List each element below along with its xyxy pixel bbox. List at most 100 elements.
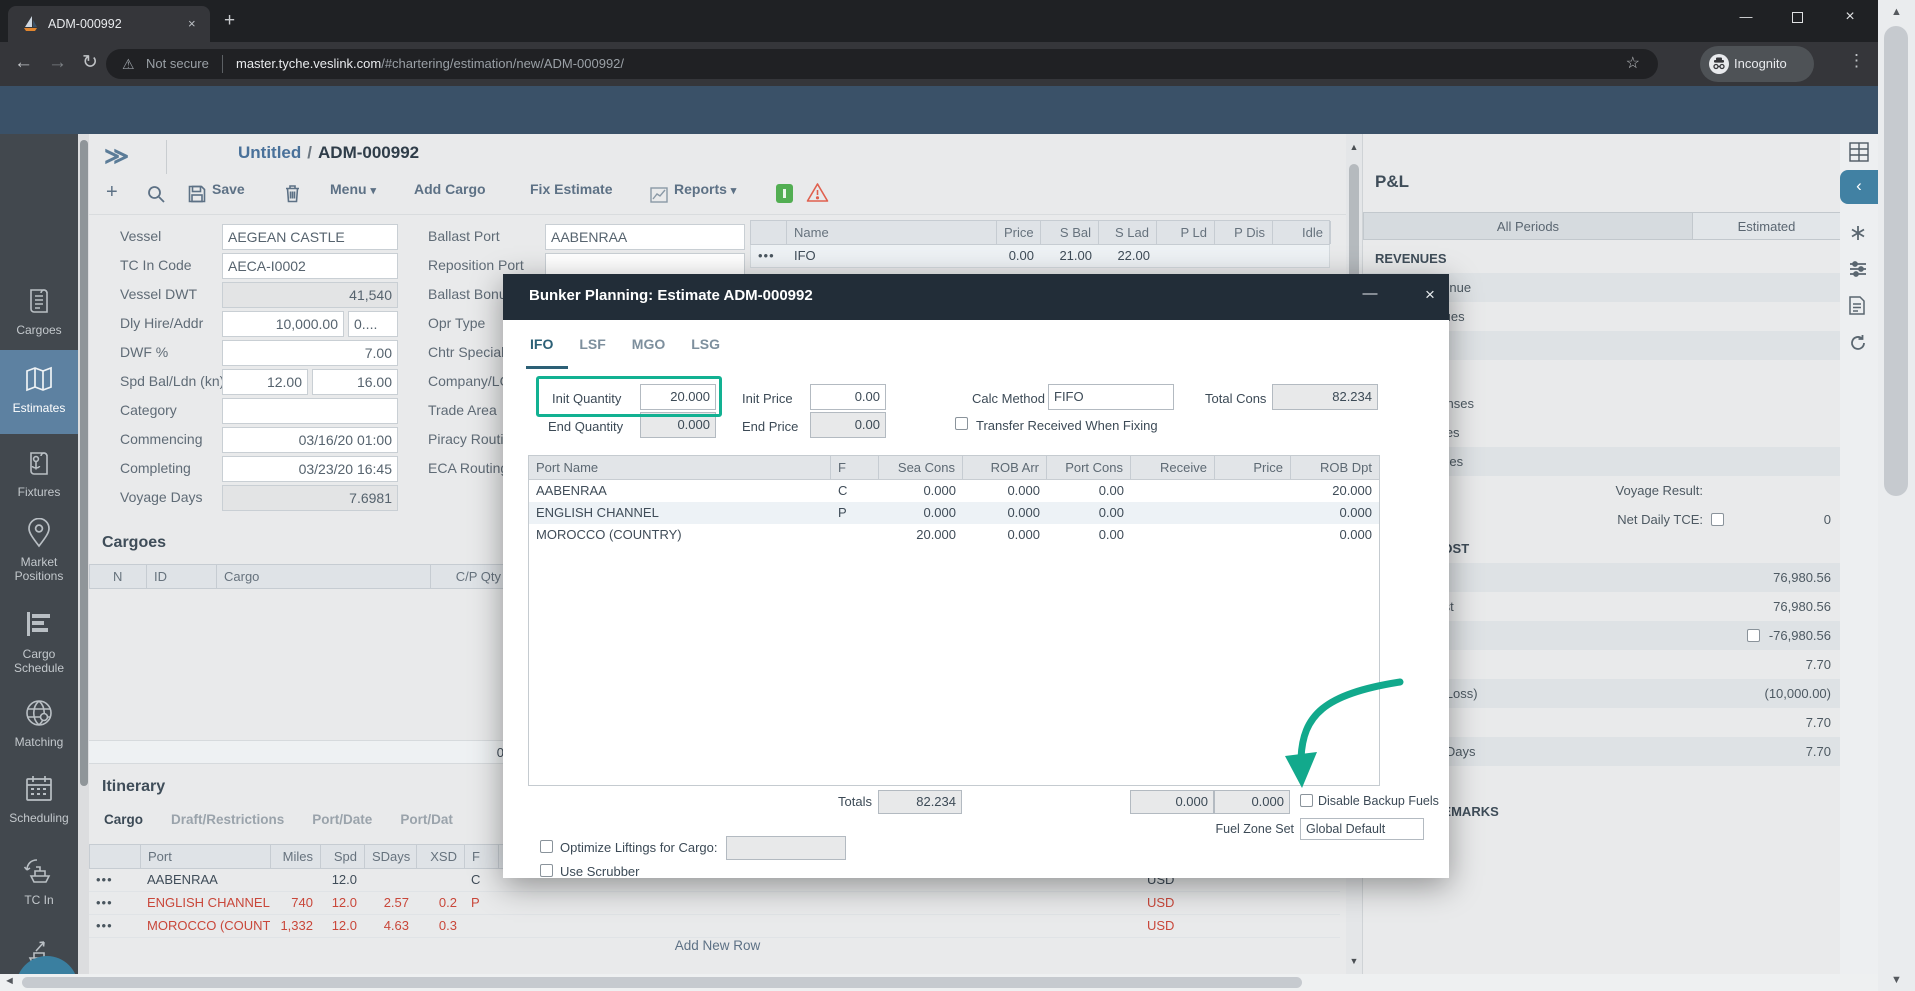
column-header[interactable]: Port Cons (1047, 456, 1131, 479)
column-header[interactable] (90, 845, 141, 868)
refresh-icon[interactable] (1849, 334, 1867, 357)
sidebar-item-estimates[interactable]: Estimates (0, 350, 78, 434)
sidebar-item-cargo-schedule[interactable]: Cargo Schedule (0, 610, 78, 675)
sidebar-item-fixtures[interactable]: Fixtures (0, 448, 78, 499)
delete-icon[interactable] (284, 184, 301, 208)
sidebar-item-cargoes[interactable]: Cargoes (0, 286, 78, 337)
sidebar-scroll-thumb[interactable] (80, 140, 88, 786)
column-header[interactable]: P Ld (1157, 221, 1215, 244)
table-row[interactable]: AABENRAAC0.0000.0000.0020.000 (529, 480, 1379, 502)
scroll-up-icon[interactable]: ▲ (1346, 142, 1362, 152)
column-header[interactable]: Miles (271, 845, 321, 868)
modal-header[interactable]: Bunker Planning: Estimate ADM-000992 — × (503, 274, 1449, 320)
window-close-button[interactable]: × (1830, 0, 1870, 36)
validation-ok-icon[interactable] (776, 184, 793, 203)
field-input[interactable]: AEGEAN CASTLE (222, 224, 398, 250)
browser-menu-icon[interactable]: ⋮ (1848, 51, 1865, 71)
pnl-row-checkbox[interactable] (1711, 513, 1724, 526)
column-header[interactable]: F (465, 845, 499, 868)
column-header[interactable]: Port (141, 845, 271, 868)
field-input[interactable]: 12.00 (222, 369, 308, 395)
column-header[interactable]: P Dis (1215, 221, 1273, 244)
field-input[interactable]: 03/23/20 16:45 (222, 456, 398, 482)
column-header[interactable]: ID (147, 565, 217, 588)
column-header[interactable]: SDays (365, 845, 417, 868)
optimize-cargo-input[interactable] (726, 836, 846, 860)
forward-icon[interactable]: → (48, 52, 67, 74)
field-input[interactable] (222, 398, 398, 424)
column-header[interactable]: Cargo (217, 565, 431, 588)
column-header[interactable]: Price (1215, 456, 1291, 479)
table-row[interactable]: •••IFO0.0021.0022.00 (750, 245, 1330, 268)
pnl-row-checkbox[interactable] (1747, 629, 1760, 642)
modal-minimize-button[interactable]: — (1355, 285, 1385, 302)
window-maximize-button[interactable] (1778, 0, 1818, 36)
tab-lsg[interactable]: LSG (691, 336, 720, 352)
warning-icon[interactable] (806, 182, 829, 208)
column-header[interactable] (751, 221, 787, 244)
vertical-scroll-thumb[interactable] (1884, 26, 1908, 496)
table-row[interactable]: MOROCCO (COUNTRY)20.0000.0000.000.000 (529, 524, 1379, 546)
menu-dropdown-button[interactable]: Menu ▾ (330, 181, 376, 197)
asterisk-icon[interactable] (1849, 224, 1867, 247)
use-scrubber-checkbox[interactable] (540, 864, 553, 877)
add-icon[interactable]: + (106, 181, 118, 204)
init-price-input[interactable]: 0.00 (810, 384, 886, 410)
sliders-icon[interactable] (1849, 260, 1867, 283)
table-row[interactable]: •••ENGLISH CHANNEL74012.02.570.2PUSD (89, 892, 1340, 915)
column-header[interactable]: Price (997, 221, 1041, 244)
column-header[interactable]: N (90, 565, 147, 588)
scroll-down-icon[interactable]: ▼ (1346, 956, 1362, 966)
add-cargo-button[interactable]: Add Cargo (414, 181, 486, 197)
outer-horizontal-scrollbar[interactable]: ◄ (0, 974, 1878, 991)
document-icon[interactable] (1849, 296, 1865, 320)
browser-tab[interactable]: ADM-000992 × (8, 6, 210, 42)
sidebar-item-market-positions[interactable]: Market Positions (0, 518, 78, 583)
breadcrumb-untitled[interactable]: Untitled (238, 143, 301, 162)
column-header[interactable]: S Lad (1099, 221, 1157, 244)
tab-ifo[interactable]: IFO (530, 336, 553, 352)
tab-cargo[interactable]: Cargo (104, 812, 143, 827)
column-header[interactable]: Name (787, 221, 997, 244)
add-new-row-button[interactable]: Add New Row (89, 938, 1346, 953)
fuel-zone-set-select[interactable]: Global Default (1300, 818, 1424, 840)
bookmark-star-icon[interactable]: ☆ (1626, 49, 1640, 79)
column-header[interactable]: XSD (417, 845, 465, 868)
column-header[interactable]: Sea Cons (879, 456, 963, 479)
tab-lsf[interactable]: LSF (579, 336, 605, 352)
back-icon[interactable]: ← (14, 52, 33, 74)
row-menu-icon[interactable]: ••• (89, 892, 140, 914)
sidebar-item-scheduling[interactable]: Scheduling (0, 774, 78, 825)
tab-port-dat[interactable]: Port/Dat (400, 812, 453, 827)
transfer-received-checkbox[interactable] (955, 417, 968, 430)
sidebar-scrollbar[interactable] (78, 134, 89, 991)
reload-icon[interactable]: ↻ (82, 52, 98, 74)
collapse-drawer-tab[interactable]: ‹ (1840, 170, 1878, 204)
disable-backup-fuels-checkbox[interactable] (1300, 794, 1313, 807)
field-input[interactable]: 16.00 (312, 369, 398, 395)
column-header[interactable]: ROB Arr (963, 456, 1047, 479)
column-header[interactable]: Receive (1131, 456, 1215, 479)
scroll-left-icon[interactable]: ◄ (4, 975, 15, 987)
search-icon[interactable] (146, 184, 166, 209)
horizontal-scroll-thumb[interactable] (22, 977, 1302, 988)
outer-vertical-scrollbar[interactable]: ▲ ▼ (1878, 0, 1915, 991)
sidebar-item-matching[interactable]: Matching (0, 698, 78, 749)
column-header[interactable]: Port Name (529, 456, 831, 479)
field-input[interactable]: 0.... (348, 311, 398, 337)
window-minimize-button[interactable]: — (1726, 0, 1766, 36)
tab-draft-restrictions[interactable]: Draft/Restrictions (171, 812, 284, 827)
save-button[interactable]: Save (212, 181, 245, 197)
tab-port-date[interactable]: Port/Date (312, 812, 372, 827)
column-header[interactable]: F (831, 456, 879, 479)
field-input[interactable]: AECA-I0002 (222, 253, 398, 279)
tab-mgo[interactable]: MGO (632, 336, 665, 352)
sidebar-item-tc-in[interactable]: TC In (0, 856, 78, 907)
column-header[interactable]: C/P Qty (431, 565, 509, 588)
new-tab-button[interactable]: + (224, 10, 235, 32)
grid-view-icon[interactable] (1849, 142, 1869, 167)
field-input[interactable]: 03/16/20 01:00 (222, 427, 398, 453)
pnl-period-all[interactable]: All Periods (1363, 212, 1693, 240)
row-menu-icon[interactable]: ••• (89, 869, 140, 891)
row-menu-icon[interactable]: ••• (751, 245, 787, 267)
